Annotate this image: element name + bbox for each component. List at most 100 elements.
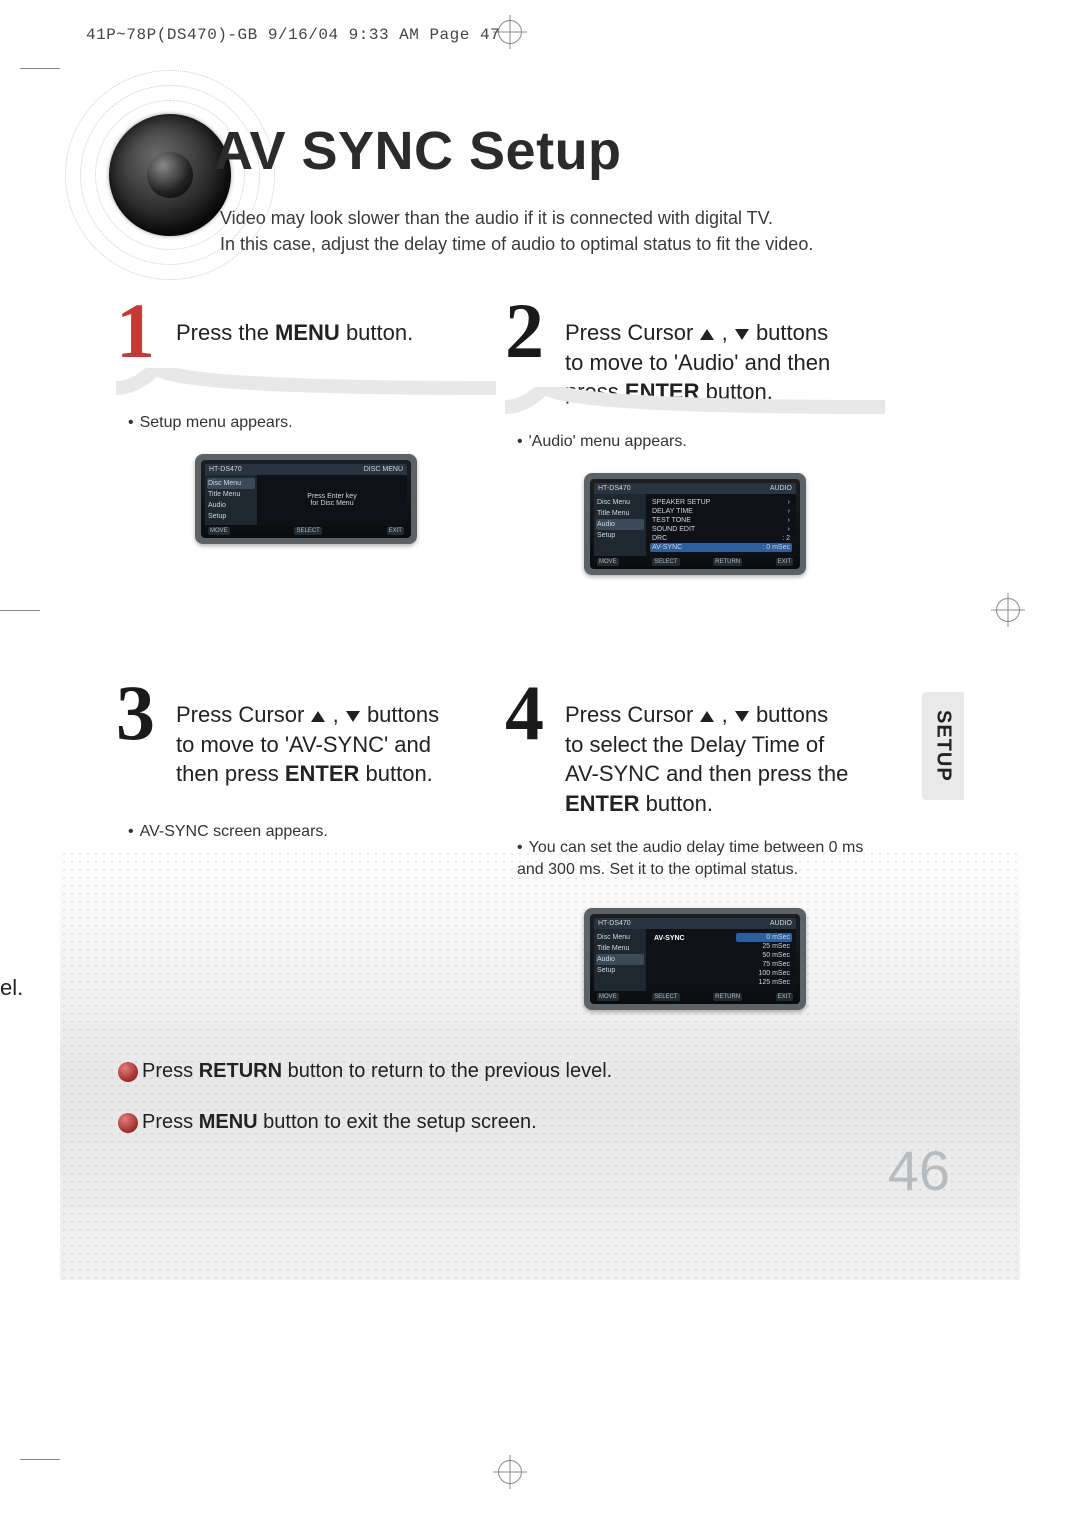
- tv1-main: Press Enter key for Disc Menu: [257, 475, 407, 525]
- screenshot-audio-menu: HT-DS470AUDIO Disc Menu Title Menu Audio…: [584, 473, 806, 575]
- triangle-up-icon: [700, 329, 714, 340]
- step-number-4: 4: [505, 674, 544, 752]
- footer-note-menu: Press MENU button to exit the setup scre…: [120, 1111, 900, 1134]
- tv-row-r: ›: [788, 517, 790, 524]
- tv-foot-item: EXIT: [776, 558, 793, 566]
- tv2-title-right: AUDIO: [770, 485, 792, 492]
- tv4-label: AV-SYNC: [650, 933, 736, 987]
- cut-edge-fragment: el.: [0, 975, 23, 1001]
- t: buttons: [750, 702, 828, 727]
- page-body: AV SYNC Setup Video may look slower than…: [60, 60, 1020, 1468]
- t: You can set the audio delay time between…: [517, 839, 863, 878]
- step-1-bullet: •Setup menu appears.: [116, 412, 496, 434]
- footer-note-return: Press RETURN button to return to the pre…: [120, 1060, 900, 1083]
- tv1-title-right: DISC MENU: [364, 466, 403, 473]
- tv-foot-item: MOVE: [208, 527, 230, 535]
- tv-foot-item: EXIT: [387, 527, 404, 535]
- t: 'Audio' menu appears.: [529, 433, 687, 450]
- t: button.: [640, 791, 713, 816]
- t: then press: [176, 761, 285, 786]
- tv4-option: 25 mSec: [736, 942, 792, 951]
- tv-row-r: ›: [788, 526, 790, 533]
- tv4-option: 0 mSec: [736, 933, 792, 942]
- tv-row-l: AV-SYNC: [652, 544, 682, 551]
- step-1: 1 Press the MENU button. •Setup menu app…: [116, 298, 496, 544]
- t: ENTER: [565, 791, 640, 816]
- step-1-bold: MENU: [275, 320, 340, 345]
- t: RETURN: [199, 1060, 282, 1082]
- t: AV-SYNC screen appears.: [140, 823, 328, 840]
- screenshot-avsync-options: HT-DS470AUDIO Disc Menu Title Menu Audio…: [584, 908, 806, 1010]
- tv1-sidebar: Disc Menu Title Menu Audio Setup: [205, 475, 257, 525]
- tv4-footer: MOVE SELECT RETURN EXIT: [594, 991, 796, 1002]
- t: ENTER: [285, 761, 360, 786]
- tv4-sidebar: Disc Menu Title Menu Audio Setup: [594, 929, 646, 991]
- t: Press Cursor: [176, 702, 310, 727]
- tv-row-r: : 2: [782, 535, 790, 542]
- step-2: 2 Press Cursor , buttons to move to 'Aud…: [505, 298, 885, 575]
- intro-text: Video may look slower than the audio if …: [220, 205, 860, 257]
- tv-row-r: ›: [788, 499, 790, 506]
- tv4-main: AV-SYNC 0 mSec 25 mSec 50 mSec 75 mSec 1…: [646, 929, 796, 991]
- step-4-bullet: •You can set the audio delay time betwee…: [505, 837, 885, 882]
- tv4-option: 100 mSec: [736, 969, 792, 978]
- tv-row-l: DRC: [652, 535, 667, 542]
- screenshot-disc-menu: HT-DS470 DISC MENU Disc Menu Title Menu A…: [195, 454, 417, 544]
- bullet-icon: [118, 1062, 138, 1082]
- tv2-footer: MOVE SELECT RETURN EXIT: [594, 556, 796, 567]
- crop-mark: [20, 68, 60, 69]
- step-1-pre: Press the: [176, 320, 275, 345]
- tv-foot-item: SELECT: [294, 527, 321, 535]
- tv1-title-left: HT-DS470: [209, 466, 242, 473]
- crop-mark: [20, 1459, 60, 1460]
- tv-row-l: SPEAKER SETUP: [652, 499, 710, 506]
- t: Press: [142, 1111, 199, 1133]
- intro-line2: In this case, adjust the delay time of a…: [220, 234, 813, 254]
- step-2-bullet: •'Audio' menu appears.: [505, 431, 885, 453]
- tv4-option: 125 mSec: [736, 978, 792, 987]
- footer-notes: Press RETURN button to return to the pre…: [120, 1060, 900, 1162]
- step-number-3: 3: [116, 674, 155, 752]
- tv-side-item: Disc Menu: [596, 497, 644, 508]
- step-1-text: Press the MENU button.: [176, 308, 496, 348]
- triangle-down-icon: [735, 711, 749, 722]
- step-4: 4 Press Cursor , buttons to select the D…: [505, 680, 885, 1010]
- tv1-side-item: Audio: [207, 500, 255, 511]
- page-title: AV SYNC Setup: [214, 120, 622, 182]
- tv-foot-item: MOVE: [597, 993, 619, 1001]
- t: Press Cursor: [565, 320, 699, 345]
- t: to select the Delay Time of: [565, 732, 824, 757]
- t: MENU: [199, 1111, 258, 1133]
- tv4-option: 50 mSec: [736, 951, 792, 960]
- tv4-title-right: AUDIO: [770, 920, 792, 927]
- t: AV-SYNC and then press the: [565, 761, 848, 786]
- tv1-footer: MOVE SELECT EXIT: [205, 525, 407, 536]
- crop-mark: [0, 610, 40, 611]
- step-number-2: 2: [505, 292, 544, 370]
- print-header-meta: 41P~78P(DS470)-GB 9/16/04 9:33 AM Page 4…: [86, 26, 500, 44]
- t: button to return to the previous level.: [282, 1060, 612, 1082]
- speaker-icon: [109, 114, 231, 236]
- t: buttons: [361, 702, 439, 727]
- triangle-up-icon: [700, 711, 714, 722]
- tv-row-l: SOUND EDIT: [652, 526, 695, 533]
- tv-side-item: Title Menu: [596, 943, 644, 954]
- step-1-bullet-text: Setup menu appears.: [140, 414, 293, 431]
- tv2-title-left: HT-DS470: [598, 485, 631, 492]
- step-number-1: 1: [116, 292, 155, 370]
- tv-foot-item: RETURN: [713, 993, 742, 1001]
- tv-side-item: Audio: [596, 954, 644, 965]
- triangle-down-icon: [735, 329, 749, 340]
- tv4-option: 75 mSec: [736, 960, 792, 969]
- t: to move to 'AV-SYNC' and: [176, 732, 431, 757]
- t: buttons: [750, 320, 828, 345]
- page-number: 46: [888, 1138, 950, 1203]
- triangle-up-icon: [311, 711, 325, 722]
- triangle-down-icon: [346, 711, 360, 722]
- step-3-text: Press Cursor , buttons to move to 'AV-SY…: [176, 690, 496, 789]
- t: to move to 'Audio' and then: [565, 350, 830, 375]
- step-3-bullet: •AV-SYNC screen appears.: [116, 821, 496, 843]
- tv-row-l: TEST TONE: [652, 517, 691, 524]
- tv-side-item: Setup: [596, 530, 644, 541]
- tv2-main: SPEAKER SETUP› DELAY TIME› TEST TONE› SO…: [646, 494, 796, 556]
